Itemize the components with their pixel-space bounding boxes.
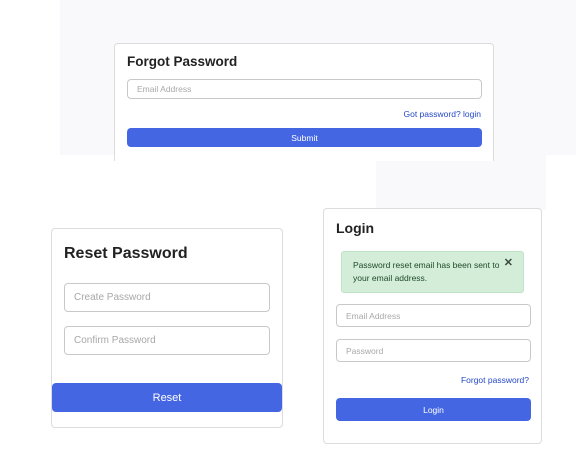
forgot-password-card: Forgot Password Got password? login Subm… xyxy=(114,43,494,161)
login-email-input[interactable] xyxy=(336,304,531,327)
create-password-input[interactable] xyxy=(64,283,270,312)
confirm-password-input[interactable] xyxy=(64,326,270,355)
submit-button[interactable]: Submit xyxy=(127,128,482,147)
got-password-login-link[interactable]: Got password? login xyxy=(404,109,482,119)
login-password-input[interactable] xyxy=(336,339,531,362)
alert-message: Password reset email has been sent to yo… xyxy=(353,260,500,283)
reset-password-title: Reset Password xyxy=(64,245,188,262)
forgot-email-input[interactable] xyxy=(127,79,482,99)
background-panel-right xyxy=(376,155,546,210)
success-alert: Password reset email has been sent to yo… xyxy=(341,251,524,293)
forgot-password-link[interactable]: Forgot password? xyxy=(461,375,529,385)
login-title: Login xyxy=(336,220,375,236)
reset-button[interactable]: Reset xyxy=(52,383,282,412)
reset-password-card: Reset Password Reset xyxy=(51,228,283,428)
forgot-password-title: Forgot Password xyxy=(127,54,238,69)
login-button[interactable]: Login xyxy=(336,398,531,421)
close-icon[interactable]: ✕ xyxy=(504,257,513,270)
login-card: Login Password reset email has been sent… xyxy=(323,208,542,444)
